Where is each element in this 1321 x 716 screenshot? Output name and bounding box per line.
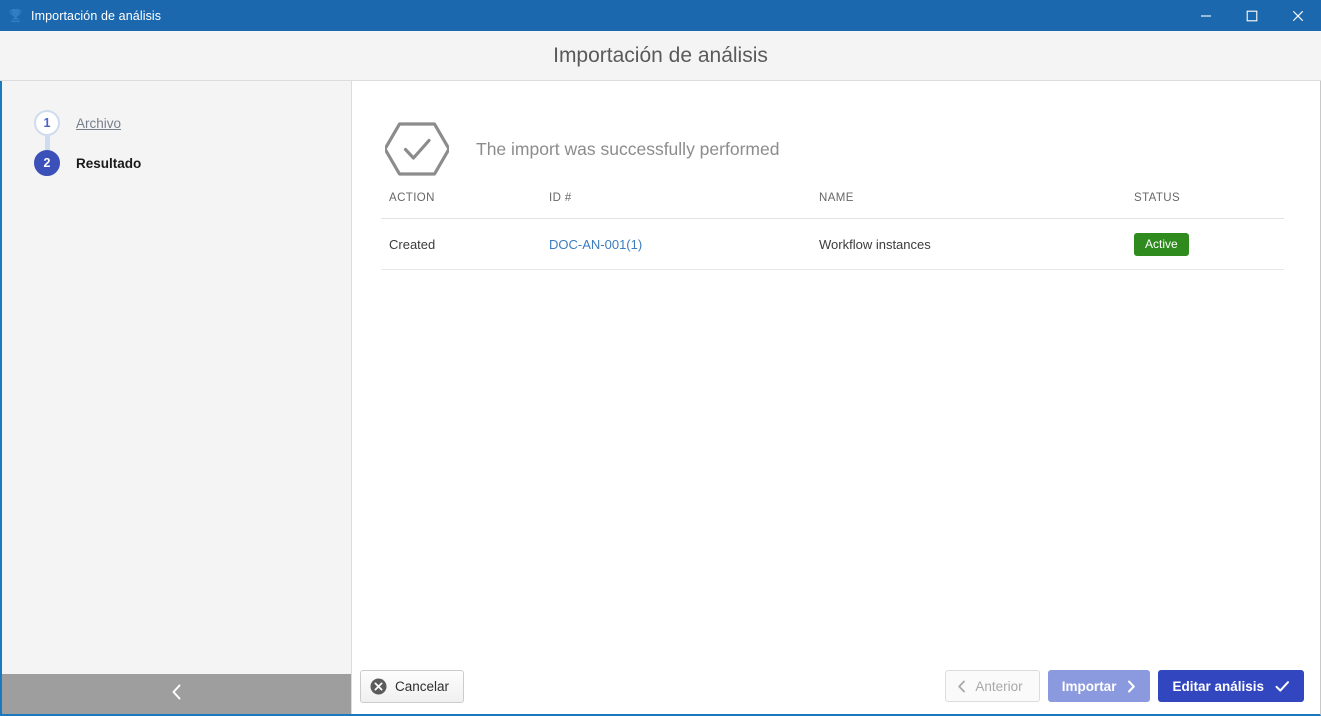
import-button-label: Importar <box>1061 678 1117 694</box>
cell-action: Created <box>381 218 549 270</box>
column-header-status: STATUS <box>1134 192 1284 219</box>
column-header-id: ID # <box>549 192 819 219</box>
previous-button[interactable]: Anterior <box>945 670 1040 702</box>
cancel-button-label: Cancelar <box>395 678 450 694</box>
step-label-archivo[interactable]: Archivo <box>76 116 121 131</box>
table-header-row: ACTION ID # NAME STATUS <box>381 192 1284 219</box>
table-header: ACTION ID # NAME STATUS <box>381 192 1284 219</box>
column-header-name: NAME <box>819 192 1134 219</box>
hexagon-check-icon <box>383 113 451 185</box>
window-controls <box>1183 0 1321 31</box>
main-panel: The import was successfully performed AC… <box>352 81 1320 714</box>
status-badge: Active <box>1134 233 1189 256</box>
table-body: Created DOC-AN-001(1) Workflow instances… <box>381 218 1284 270</box>
minimize-icon[interactable] <box>1183 0 1229 31</box>
result-banner: The import was successfully performed <box>381 106 1284 192</box>
close-icon[interactable] <box>1275 0 1321 31</box>
trophy-icon <box>0 0 30 31</box>
circle-x-icon <box>370 678 387 695</box>
previous-button-label: Anterior <box>975 678 1023 694</box>
import-result-table: ACTION ID # NAME STATUS Created DOC-AN-0… <box>381 192 1284 270</box>
app-window: Importación de análisis Importación de a… <box>0 0 1321 716</box>
edit-analysis-button[interactable]: Editar análisis <box>1158 670 1304 702</box>
chevron-left-icon <box>957 680 966 693</box>
body-area: 1 Archivo 2 Resultado The import was suc… <box>0 81 1321 716</box>
cell-name: Workflow instances <box>819 218 1134 270</box>
result-message: The import was successfully performed <box>476 138 780 159</box>
chevron-right-icon <box>1127 680 1136 693</box>
table-row: Created DOC-AN-001(1) Workflow instances… <box>381 218 1284 270</box>
sidebar-step-resultado[interactable]: 2 Resultado <box>2 143 351 183</box>
window-title: Importación de análisis <box>31 8 162 23</box>
step-number-badge-2: 2 <box>34 150 60 176</box>
footer-toolbar: Cancelar Anterior Importar Editar anális… <box>352 658 1320 714</box>
page-title: Importación de análisis <box>553 43 768 67</box>
app-header: Importación de análisis <box>0 31 1321 81</box>
maximize-icon[interactable] <box>1229 0 1275 31</box>
cell-id-link[interactable]: DOC-AN-001(1) <box>549 237 642 252</box>
sidebar-step-archivo[interactable]: 1 Archivo <box>2 103 351 143</box>
sidebar: 1 Archivo 2 Resultado <box>2 81 352 714</box>
column-header-action: ACTION <box>381 192 549 219</box>
main-content: The import was successfully performed AC… <box>352 81 1320 658</box>
chevron-left-icon <box>170 683 183 706</box>
sidebar-collapse-button[interactable] <box>2 674 351 714</box>
edit-analysis-button-label: Editar análisis <box>1172 678 1264 694</box>
step-list: 1 Archivo 2 Resultado <box>2 81 351 674</box>
import-button[interactable]: Importar <box>1047 670 1151 702</box>
step-number-badge-1: 1 <box>34 110 60 136</box>
check-icon <box>1275 680 1290 693</box>
cancel-button[interactable]: Cancelar <box>360 669 465 703</box>
step-label-resultado: Resultado <box>76 155 142 171</box>
title-bar: Importación de análisis <box>0 0 1321 31</box>
